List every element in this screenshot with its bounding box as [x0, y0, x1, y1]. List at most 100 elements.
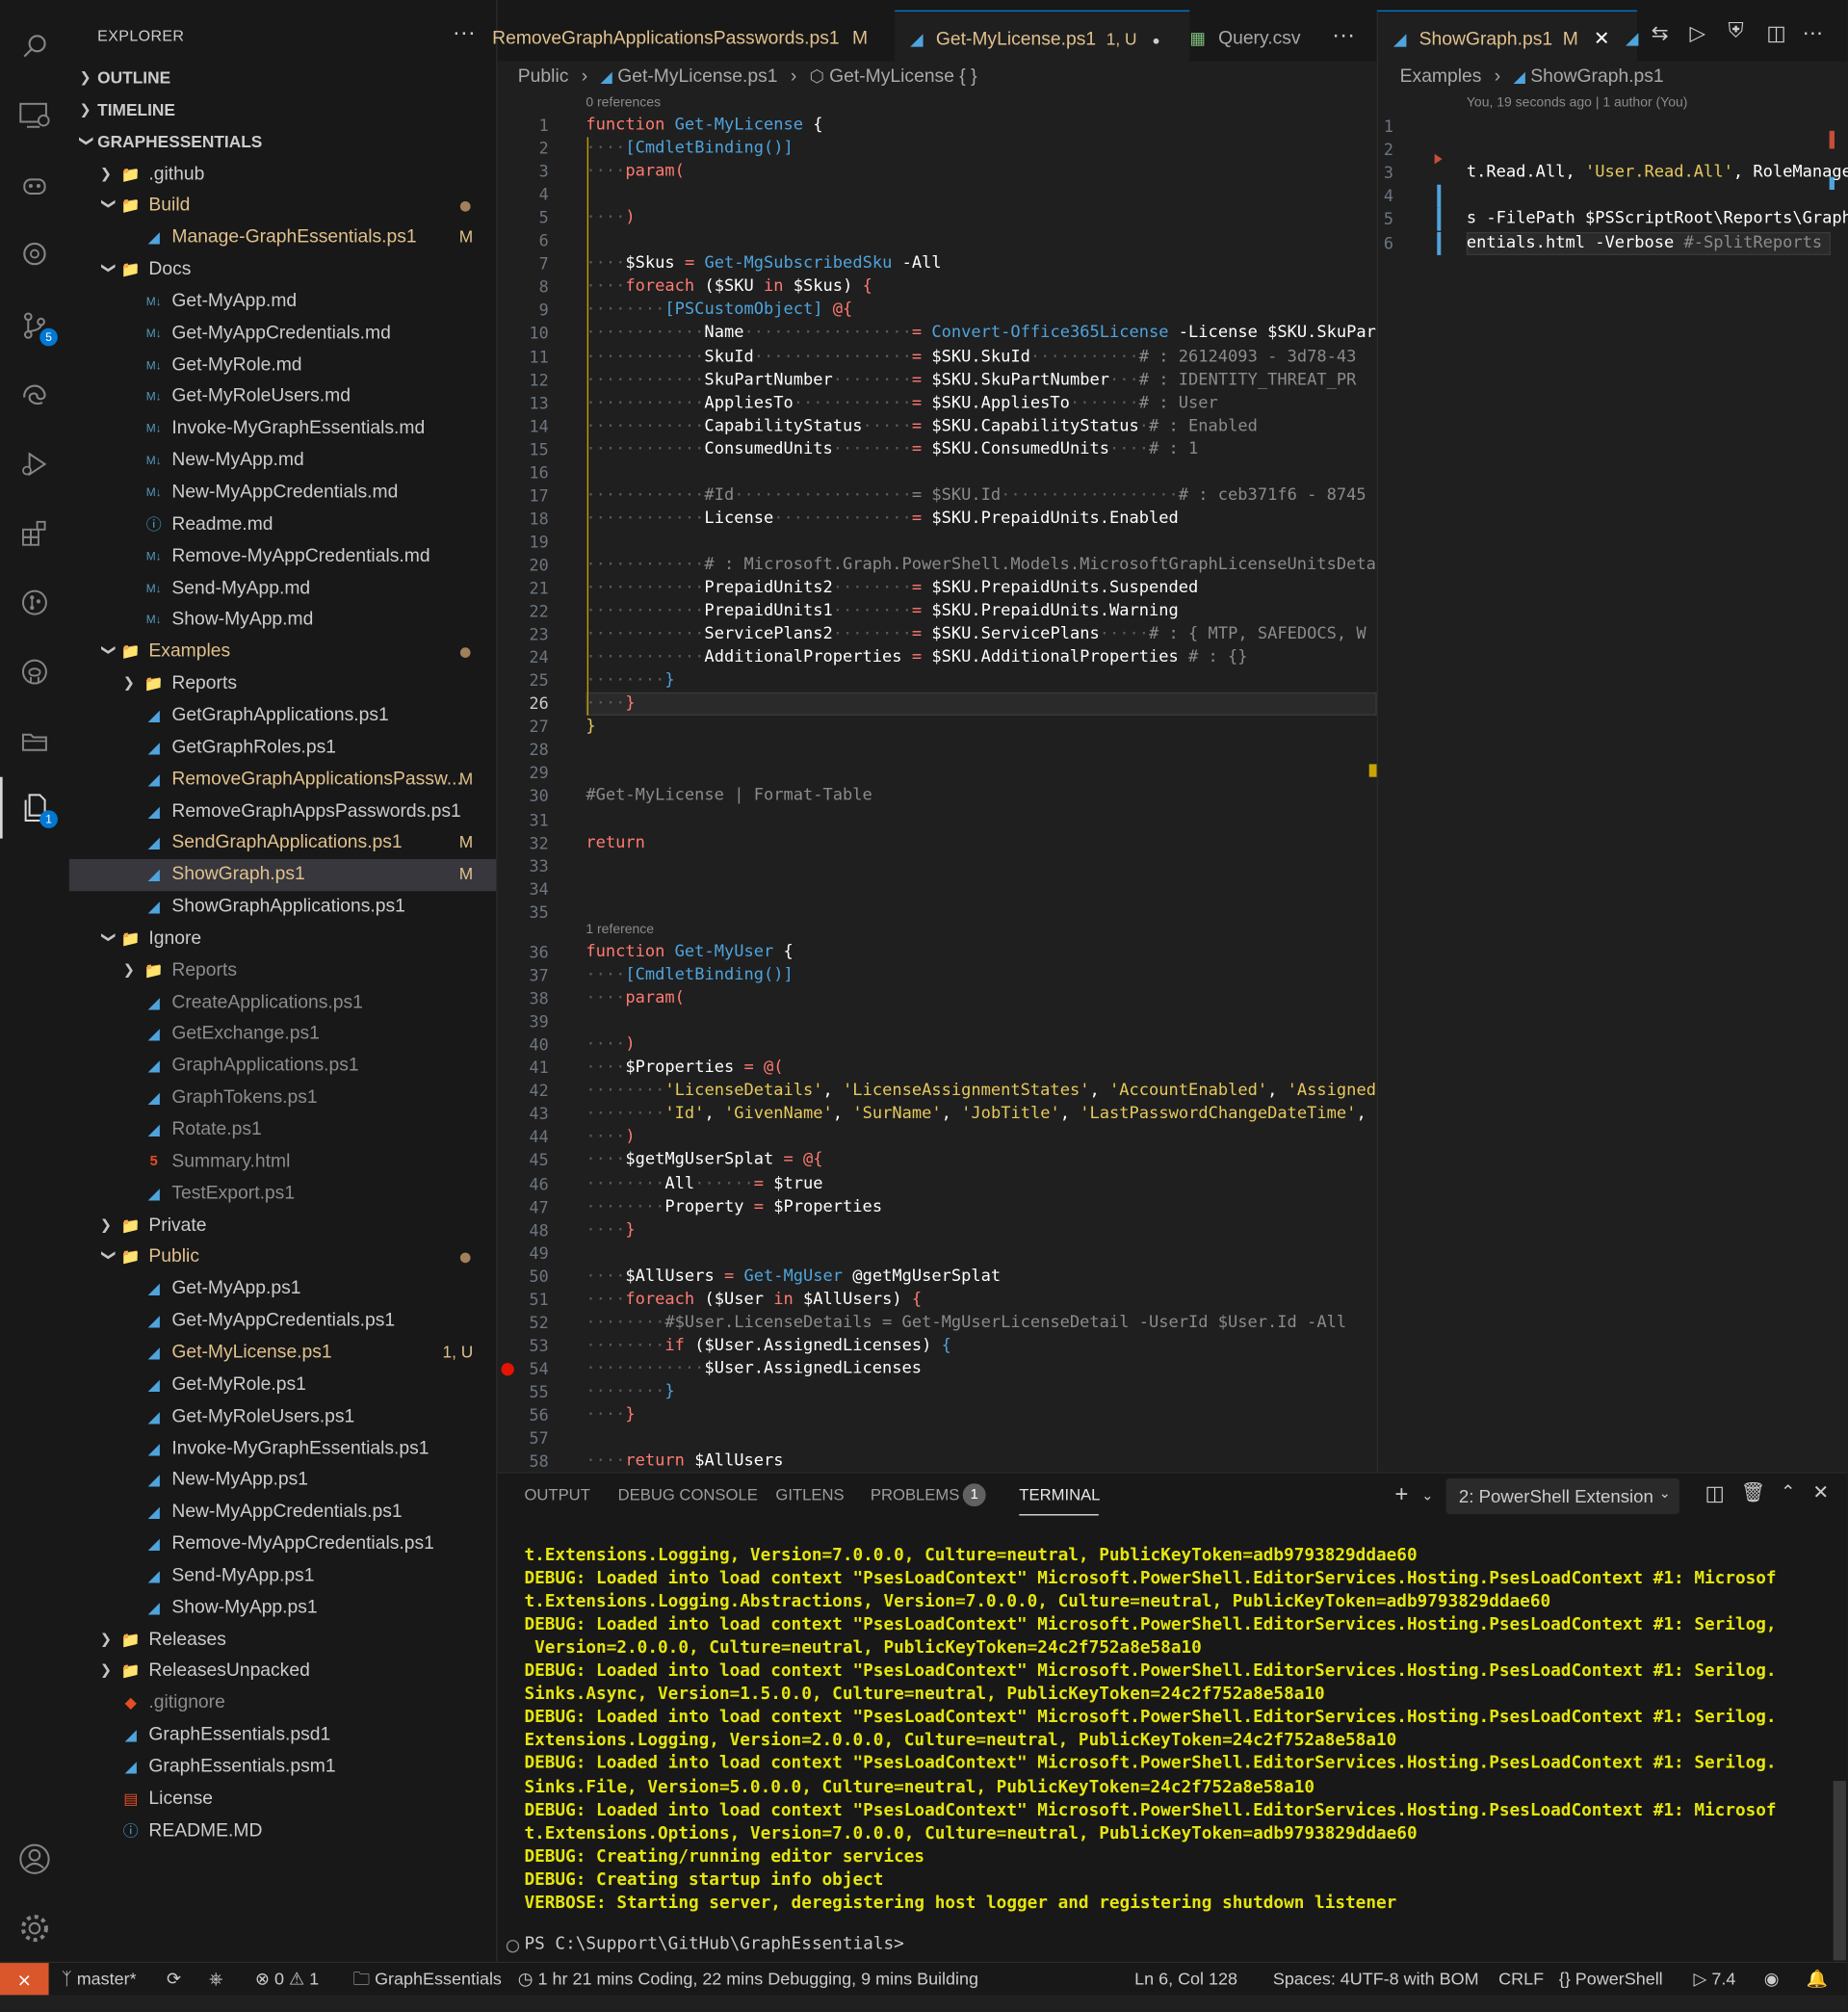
tree-file[interactable]: ◢ New-MyApp.ps1 — [69, 1465, 496, 1497]
breadcrumb-file[interactable]: Get-MyLicense.ps1 — [617, 66, 777, 87]
git-graph-icon[interactable] — [12, 580, 58, 626]
tab-output[interactable]: OUTPUT — [524, 1486, 589, 1504]
tree-file[interactable]: ⓘ README.MD — [69, 1816, 496, 1847]
breadcrumb-folder[interactable]: Public — [518, 66, 569, 87]
tree-file[interactable]: ◢ Get-MyLicense.ps1 1, U — [69, 1337, 496, 1369]
tree-folder[interactable]: ❯ 📁 Docs — [69, 254, 496, 286]
tree-file[interactable]: ◢ ShowGraph.ps1 M — [68, 859, 497, 892]
wakatime-status[interactable]: ◷ 1 hr 21 mins Coding, 22 mins Debugging… — [518, 1963, 978, 1997]
tree-file[interactable]: M↓ Get-MyAppCredentials.md — [69, 318, 496, 350]
accounts-icon[interactable] — [12, 1836, 58, 1882]
tree-file[interactable]: ◢ GraphEssentials.psm1 — [69, 1751, 496, 1783]
sync-icon[interactable]: ⟳ — [167, 1963, 181, 1997]
cursor-position[interactable]: Ln 6, Col 128 — [1134, 1963, 1237, 1997]
tab-showgraph[interactable]: ◢ ShowGraph.ps1 M ✕ — [1376, 10, 1637, 64]
tree-file[interactable]: ▤ License — [69, 1783, 496, 1815]
tree-file[interactable]: ◆ .gitignore — [69, 1687, 496, 1719]
chatgpt-icon[interactable] — [12, 231, 58, 277]
tree-file[interactable]: ◢ Show-MyApp.ps1 — [69, 1592, 496, 1624]
tree-file[interactable]: ◢ TestExport.ps1 — [69, 1178, 496, 1210]
tab-gitlens[interactable]: GITLENS — [775, 1486, 844, 1504]
tree-file[interactable]: ◢ GraphEssentials.psd1 — [69, 1719, 496, 1751]
tree-file[interactable]: ◢ GetGraphApplications.ps1 — [69, 700, 496, 732]
tree-file[interactable]: ◢ RemoveGraphApplicationsPassw... M — [69, 764, 496, 796]
tree-file[interactable]: M↓ New-MyApp.md — [69, 445, 496, 477]
tree-file[interactable]: M↓ Get-MyApp.md — [69, 286, 496, 318]
tree-file[interactable]: ◢ Rotate.ps1 — [69, 1114, 496, 1146]
tree-file[interactable]: ◢ Get-MyRoleUsers.ps1 — [69, 1401, 496, 1433]
run-powershell-icon[interactable]: ▷ — [1690, 20, 1705, 46]
extensions-icon[interactable] — [12, 510, 58, 557]
explorer-icon[interactable]: 1 — [12, 785, 58, 831]
tree-file[interactable]: ◢ Invoke-MyGraphEssentials.ps1 — [69, 1433, 496, 1465]
shield-icon[interactable]: ⛨ — [1728, 20, 1743, 43]
breadcrumb-file[interactable]: ShowGraph.ps1 — [1530, 66, 1663, 87]
tree-file[interactable]: ◢ ShowGraphApplications.ps1 — [69, 891, 496, 923]
tab-problems[interactable]: PROBLEMS — [871, 1486, 959, 1504]
tree-folder[interactable]: ❯ 📁 ReleasesUnpacked — [69, 1656, 496, 1687]
tree-file[interactable]: ◢ Manage-GraphEssentials.ps1 M — [69, 222, 496, 254]
tree-folder[interactable]: ❯ 📁 Examples — [69, 637, 496, 668]
unsaved-dot-icon[interactable]: ● — [1153, 35, 1160, 49]
language-status[interactable]: {} PowerShell — [1559, 1963, 1663, 1997]
tab-query-csv[interactable]: ▦ Query.csv — [1189, 11, 1330, 62]
terminal-scrollbar[interactable] — [1833, 1781, 1846, 1961]
tab-terminal[interactable]: TERMINAL — [1019, 1486, 1100, 1504]
tree-file[interactable]: ⓘ Readme.md — [69, 509, 496, 540]
terminal-prompt[interactable]: PS C:\Support\GitHub\GraphEssentials> — [524, 1935, 903, 1954]
tree-file[interactable]: ◢ GetExchange.ps1 — [69, 1019, 496, 1051]
root-folder-section[interactable]: ❯ GRAPHESSENTIALS — [69, 126, 496, 158]
problems-status[interactable]: ⊗ 0 ⚠ 1 — [255, 1963, 319, 1997]
git-blame-codelens[interactable]: You, 19 seconds ago | 1 author (You) — [1467, 95, 1688, 111]
tab-debug-console[interactable]: DEBUG CONSOLE — [618, 1486, 758, 1504]
terminal-selector[interactable]: 2: PowerShell Extension ⌄ — [1445, 1477, 1679, 1515]
encoding-status[interactable]: UTF-8 with BOM — [1350, 1963, 1479, 1997]
tree-file[interactable]: 5 Summary.html — [69, 1146, 496, 1178]
tree-folder[interactable]: ❯ 📁 Reports — [69, 668, 496, 700]
close-icon[interactable]: ✕ — [1594, 28, 1610, 50]
tree-file[interactable]: M↓ Invoke-MyGraphEssentials.md — [69, 413, 496, 445]
editor-more-icon[interactable]: ⋯ — [1803, 20, 1823, 46]
edge-devtools-icon[interactable] — [12, 372, 58, 418]
tree-file[interactable]: ◢ Get-MyAppCredentials.ps1 — [69, 1305, 496, 1337]
bell-icon[interactable]: 🔔 — [1807, 1963, 1828, 1997]
split-terminal-icon[interactable]: ◫ — [1705, 1481, 1724, 1507]
codelens-references[interactable]: 0 references — [586, 95, 661, 111]
tree-file[interactable]: ◢ GraphTokens.ps1 — [69, 1083, 496, 1114]
powershell-version-status[interactable]: ▷ 7.4 — [1694, 1963, 1736, 1997]
branch-status[interactable]: ᛉ master* — [62, 1963, 137, 1997]
tree-file[interactable]: ◢ New-MyAppCredentials.ps1 — [69, 1497, 496, 1529]
tree-folder[interactable]: ❯ 📁 Public — [69, 1241, 496, 1273]
tree-folder[interactable]: ❯ 📁 Private — [69, 1210, 496, 1241]
tab-get-mylicense[interactable]: ◢ Get-MyLicense.ps1 1, U ● — [895, 10, 1190, 64]
codelens-references[interactable]: 1 reference — [586, 922, 654, 937]
tree-folder[interactable]: ❯ 📁 Reports — [69, 954, 496, 986]
tree-folder[interactable]: ❯ 📁 Ignore — [69, 923, 496, 954]
timeline-section[interactable]: ❯ TIMELINE — [69, 95, 496, 127]
split-editor-icon[interactable]: ◫ — [1766, 20, 1785, 46]
tree-file[interactable]: M↓ Show-MyApp.md — [69, 605, 496, 637]
project-manager-icon[interactable] — [12, 718, 58, 764]
overflow-tab-icon[interactable]: ◢ — [1626, 11, 1644, 62]
gear-icon[interactable] — [12, 1905, 58, 1951]
tree-folder[interactable]: ❯ 📁 Releases — [69, 1624, 496, 1656]
trash-icon[interactable]: 🗑 — [1741, 1481, 1765, 1504]
copilot-icon[interactable] — [12, 162, 58, 208]
split-editor[interactable]: Examples › ◢ ShowGraph.ps1 You, 19 secon… — [1376, 61, 1848, 1473]
tree-file[interactable]: M↓ Get-MyRole.md — [69, 350, 496, 381]
close-panel-icon[interactable]: ✕ — [1812, 1481, 1829, 1504]
run-debug-icon[interactable] — [12, 441, 58, 487]
breadcrumb-symbol[interactable]: Get-MyLicense { } — [829, 66, 976, 87]
tree-file[interactable]: M↓ New-MyAppCredentials.md — [69, 477, 496, 509]
maximize-panel-icon[interactable]: ⌃ — [1781, 1481, 1796, 1503]
chevron-down-icon[interactable]: ⌄ — [1421, 1487, 1433, 1504]
remote-indicator-icon[interactable]: ⨯ — [0, 1963, 49, 1997]
git-graph-status-icon[interactable]: ⎈ — [209, 1963, 222, 1997]
github-icon[interactable] — [12, 649, 58, 695]
source-control-icon[interactable]: 5 — [12, 302, 58, 349]
tree-file[interactable]: ◢ RemoveGraphAppsPasswords.ps1 — [69, 796, 496, 827]
breadcrumb-folder[interactable]: Examples — [1400, 66, 1482, 87]
indentation-status[interactable]: Spaces: 4 — [1273, 1963, 1350, 1997]
explorer-more-button[interactable]: ··· — [453, 19, 476, 46]
search-icon[interactable] — [12, 23, 58, 69]
